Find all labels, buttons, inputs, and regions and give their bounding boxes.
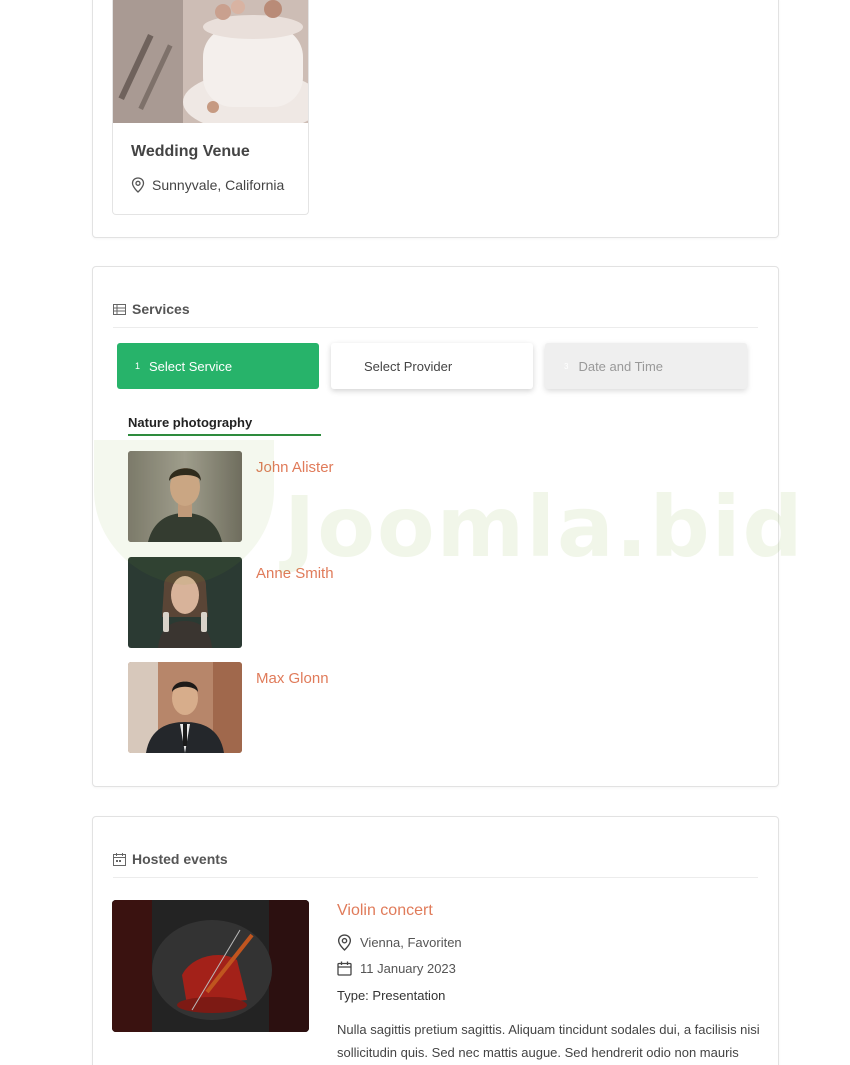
provider-name[interactable]: Anne Smith — [256, 565, 334, 582]
venue-location: Sunnyvale, California — [131, 177, 284, 193]
event-location-text: Vienna, Favoriten — [360, 935, 462, 950]
location-pin-icon — [131, 177, 145, 193]
provider-photo[interactable] — [128, 662, 242, 753]
step-label: Select Service — [149, 358, 233, 374]
event-description: Nulla sagittis pretium sagittis. Aliquam… — [337, 1022, 760, 1060]
venue-location-text: Sunnyvale, California — [152, 177, 285, 193]
location-pin-icon — [337, 934, 352, 951]
events-card: Hosted events Violin concert Vienna, Fav… — [92, 816, 779, 1065]
event-image[interactable] — [112, 900, 309, 1032]
provider-item[interactable]: John Alister — [128, 451, 528, 543]
provider-photo[interactable] — [128, 451, 242, 542]
booking-steps: 1 Select Service Select Provider 3 Date … — [117, 343, 749, 389]
step-label: Date and Time — [578, 358, 663, 374]
event-title[interactable]: Violin concert — [337, 902, 433, 920]
provider-item[interactable]: Max Glonn — [128, 662, 528, 754]
venue-title[interactable]: Wedding Venue — [131, 143, 250, 161]
venue-image[interactable] — [113, 0, 308, 123]
events-heading-text: Hosted events — [132, 851, 228, 867]
step-select-provider[interactable]: Select Provider — [331, 343, 533, 389]
event-location: Vienna, Favoriten — [337, 934, 462, 951]
services-heading-text: Services — [132, 301, 190, 317]
events-heading: Hosted events — [113, 851, 758, 878]
step-number: 1 — [135, 361, 141, 371]
step-date-time[interactable]: 3 Date and Time — [545, 343, 747, 389]
step-number: 3 — [564, 361, 569, 371]
venue-card: Wedding Venue Sunnyvale, California — [92, 0, 779, 238]
venue-item[interactable]: Wedding Venue Sunnyvale, California — [112, 0, 309, 215]
provider-item[interactable]: Anne Smith — [128, 557, 528, 649]
provider-name[interactable]: John Alister — [256, 459, 334, 476]
provider-photo[interactable] — [128, 557, 242, 648]
calendar-icon — [337, 961, 352, 976]
services-heading: Services — [113, 301, 758, 328]
event-type: Type: Presentation — [337, 988, 446, 1003]
calendar-icon — [113, 853, 126, 866]
table-icon — [113, 304, 126, 315]
event-date-text: 11 January 2023 — [360, 961, 456, 976]
event-date: 11 January 2023 — [337, 961, 456, 976]
step-label: Select Provider — [364, 358, 453, 374]
category-tab-nature-photography[interactable]: Nature photography — [128, 415, 321, 436]
step-select-service[interactable]: 1 Select Service — [117, 343, 319, 389]
services-card: Services 1 Select Service Select Provide… — [92, 266, 779, 787]
provider-name[interactable]: Max Glonn — [256, 670, 329, 687]
